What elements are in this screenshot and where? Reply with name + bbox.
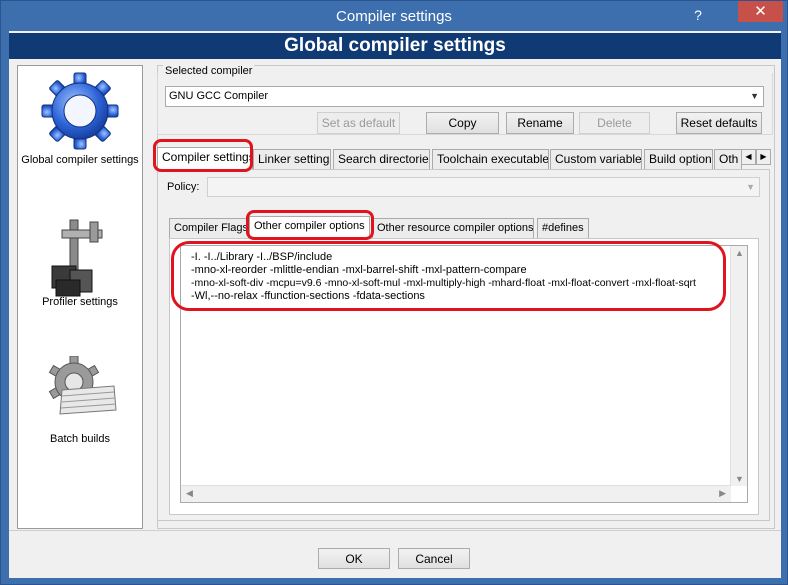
sidebar-item-label: Profiler settings <box>42 296 118 308</box>
tab-other-resource-compiler-options[interactable]: Other resource compiler options <box>372 218 534 238</box>
options-line: -Wl,--no-relax -ffunction-sections -fdat… <box>191 290 425 302</box>
tab-compiler-settings[interactable]: Compiler settings <box>157 147 253 169</box>
gear-icon <box>41 72 119 150</box>
options-line: -mno-xl-reorder -mlittle-endian -mxl-bar… <box>191 264 527 276</box>
delete-button[interactable]: Delete <box>579 112 650 134</box>
title-bar: Compiler settings ? ✕ <box>1 1 787 31</box>
tab-scroll-right-icon[interactable]: ▶ <box>756 149 771 165</box>
vertical-scrollbar[interactable]: ▲ ▼ <box>730 246 747 486</box>
tab-toolchain-executables[interactable]: Toolchain executables <box>432 149 549 169</box>
caliper-icon <box>51 219 103 297</box>
options-line: -mno-xl-soft-div -mcpu=v9.6 -mno-xl-soft… <box>191 277 696 289</box>
tab-other[interactable]: Oth <box>714 149 742 169</box>
options-line: -I. -I../Library -I../BSP/include <box>191 251 333 263</box>
reset-defaults-button[interactable]: Reset defaults <box>676 112 762 134</box>
tab-other-compiler-options[interactable]: Other compiler options <box>249 216 370 238</box>
page-title: Global compiler settings <box>9 33 781 59</box>
compiler-select-value: GNU GCC Compiler <box>169 90 269 102</box>
scroll-right-icon[interactable]: ▶ <box>719 488 726 499</box>
window-title: Compiler settings <box>336 8 452 25</box>
sidebar-item-profiler[interactable]: Profiler settings <box>18 216 142 308</box>
sidebar-item-global-compiler[interactable]: Global compiler settings <box>18 70 142 166</box>
rename-button[interactable]: Rename <box>506 112 574 134</box>
set-default-button[interactable]: Set as default <box>317 112 400 134</box>
compiler-select[interactable]: GNU GCC Compiler ▼ <box>165 86 764 107</box>
batch-gear-icon <box>48 356 117 415</box>
sidebar-item-batch-builds[interactable]: Batch builds <box>18 356 142 445</box>
policy-select[interactable]: ▼ <box>207 177 760 197</box>
scroll-up-icon[interactable]: ▲ <box>735 248 744 258</box>
tab-defines[interactable]: #defines <box>537 218 589 238</box>
sidebar-item-label: Global compiler settings <box>21 154 139 166</box>
tab-search-directories[interactable]: Search directories <box>333 149 430 169</box>
main-tabs: Compiler settings Linker settings Search… <box>157 147 755 169</box>
sidebar-item-label: Batch builds <box>50 433 110 445</box>
tab-build-options[interactable]: Build options <box>644 149 713 169</box>
help-button[interactable]: ? <box>687 5 709 25</box>
tab-custom-variables[interactable]: Custom variables <box>550 149 642 169</box>
sidebar: Global compiler settings Profiler settin… <box>17 65 143 529</box>
close-button[interactable]: ✕ <box>738 1 783 22</box>
scroll-left-icon[interactable]: ◀ <box>186 488 193 499</box>
policy-label: Policy: <box>167 181 200 193</box>
compiler-sub-tabs: Compiler Flags Other compiler options Ot… <box>169 216 589 238</box>
scroll-down-icon[interactable]: ▼ <box>735 474 744 484</box>
cancel-button[interactable]: Cancel <box>398 548 470 569</box>
tab-compiler-flags[interactable]: Compiler Flags <box>169 218 249 238</box>
compiler-options-textarea[interactable]: -I. -I../Library -I../BSP/include -mno-x… <box>180 245 748 503</box>
ok-button[interactable]: OK <box>318 548 390 569</box>
dialog-window: Compiler settings ? ✕ Global compiler se… <box>0 0 788 585</box>
chevron-down-icon: ▼ <box>746 182 755 192</box>
tab-linker-settings[interactable]: Linker settings <box>253 149 331 169</box>
tab-scroll-left-icon[interactable]: ◀ <box>741 149 756 165</box>
chevron-down-icon: ▼ <box>750 91 759 101</box>
horizontal-scrollbar[interactable]: ◀ ▶ <box>181 485 731 502</box>
copy-button[interactable]: Copy <box>426 112 499 134</box>
footer-divider <box>9 530 781 531</box>
